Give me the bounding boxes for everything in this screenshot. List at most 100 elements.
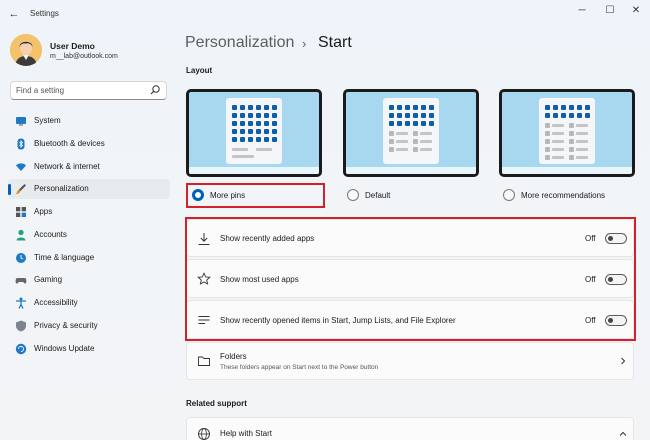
preview-line	[545, 139, 550, 144]
breadcrumb-separator: ›	[302, 36, 307, 51]
gamepad-icon	[15, 278, 27, 284]
pin-tile	[232, 121, 237, 126]
radio-label: More recommendations	[521, 191, 606, 200]
help-with-start[interactable]: Help with Start	[186, 417, 634, 440]
preview-line	[576, 156, 588, 159]
preview-line	[552, 124, 564, 127]
sidebar-item-gaming[interactable]: Gaming	[8, 270, 170, 290]
layout-preview-screen	[189, 92, 319, 174]
search-box[interactable]	[10, 81, 167, 100]
layout-thumb-more-pins[interactable]	[186, 89, 322, 177]
preview-line	[552, 140, 564, 143]
preview-line	[256, 148, 272, 151]
back-button[interactable]: ←	[6, 6, 22, 22]
pin-tile	[413, 113, 418, 118]
preview-line	[420, 132, 432, 135]
bluetooth-icon	[17, 138, 25, 150]
pin-tile	[256, 121, 261, 126]
pin-tile	[429, 113, 434, 118]
preview-line	[232, 155, 254, 158]
highlight-toggles	[185, 217, 636, 341]
pin-tile	[569, 113, 574, 118]
radio-more-recommendations[interactable]: More recommendations	[497, 184, 637, 206]
pin-tile	[272, 137, 277, 142]
preview-line	[420, 148, 432, 151]
minimize-button[interactable]: ─	[572, 4, 592, 18]
preview-line	[576, 140, 588, 143]
preview-line	[569, 131, 574, 136]
sidebar-item-label: System	[34, 116, 61, 125]
pin-tile	[240, 105, 245, 110]
sidebar-item-windows-update[interactable]: Windows Update	[8, 339, 170, 359]
sidebar-item-apps[interactable]: Apps	[8, 202, 170, 222]
preview-line	[569, 123, 574, 128]
radio-button[interactable]	[503, 189, 515, 201]
preview-line	[389, 147, 394, 152]
sidebar-item-privacy[interactable]: Privacy & security	[8, 316, 170, 336]
pin-tile	[240, 137, 245, 142]
breadcrumb-parent[interactable]: Personalization	[185, 34, 294, 52]
pin-tile	[264, 105, 269, 110]
start-menu-preview	[383, 98, 439, 164]
sidebar-item-accessibility[interactable]: Accessibility	[8, 293, 170, 313]
maximize-button[interactable]: ☐	[600, 4, 620, 18]
folder-icon	[198, 356, 210, 366]
layout-thumb-default[interactable]	[343, 89, 479, 177]
preview-line	[389, 139, 394, 144]
chevron-up-icon[interactable]	[619, 430, 627, 438]
preview-line	[413, 131, 418, 136]
pin-tile	[577, 105, 582, 110]
preview-line	[576, 132, 588, 135]
sidebar-item-network[interactable]: Network & internet	[8, 157, 170, 177]
pin-tile	[585, 113, 590, 118]
sidebar-item-time-language[interactable]: Time & language	[8, 248, 170, 268]
search-icon[interactable]	[149, 84, 161, 96]
pin-tile	[232, 137, 237, 142]
pin-tile	[232, 129, 237, 134]
user-name: User Demo	[50, 41, 95, 51]
layout-thumb-more-recommendations[interactable]	[499, 89, 635, 177]
preview-line	[552, 156, 564, 159]
preview-line	[576, 124, 588, 127]
start-menu-preview	[539, 98, 595, 164]
folders-setting[interactable]: Folders These folders appear on Start ne…	[186, 342, 634, 380]
sidebar-item-accounts[interactable]: Accounts	[8, 225, 170, 245]
pin-tile	[248, 137, 253, 142]
pin-tile	[421, 113, 426, 118]
radio-button[interactable]	[347, 189, 359, 201]
preview-line	[389, 131, 394, 136]
brush-icon	[16, 184, 26, 195]
pin-tile	[561, 113, 566, 118]
pin-tile	[577, 113, 582, 118]
pin-tile	[553, 105, 558, 110]
sidebar-item-system[interactable]: System	[8, 111, 170, 131]
back-arrow-icon: ←	[8, 8, 20, 20]
preview-line	[545, 123, 550, 128]
pin-tile	[272, 129, 277, 134]
related-support-heading: Related support	[186, 399, 247, 408]
pin-tile	[389, 113, 394, 118]
person-icon	[16, 229, 26, 241]
highlight-more-pins	[186, 183, 325, 208]
preview-line	[420, 140, 432, 143]
sidebar-item-bluetooth[interactable]: Bluetooth & devices	[8, 134, 170, 154]
pin-tile	[405, 113, 410, 118]
close-button[interactable]: ✕	[626, 4, 646, 18]
update-icon	[15, 343, 27, 354]
pin-tile	[232, 113, 237, 118]
pin-tile	[421, 121, 426, 126]
wifi-icon	[16, 162, 26, 171]
preview-line	[569, 147, 574, 152]
search-input[interactable]	[16, 84, 146, 97]
avatar[interactable]	[10, 34, 42, 66]
preview-line	[396, 140, 408, 143]
radio-default[interactable]: Default	[341, 184, 471, 206]
user-avatar-icon	[10, 34, 42, 66]
sidebar-item-personalization[interactable]: Personalization	[8, 179, 170, 200]
preview-line	[569, 155, 574, 160]
pin-tile	[264, 137, 269, 142]
pin-tile	[240, 113, 245, 118]
pin-tile	[232, 105, 237, 110]
preview-line	[413, 147, 418, 152]
pin-tile	[421, 105, 426, 110]
